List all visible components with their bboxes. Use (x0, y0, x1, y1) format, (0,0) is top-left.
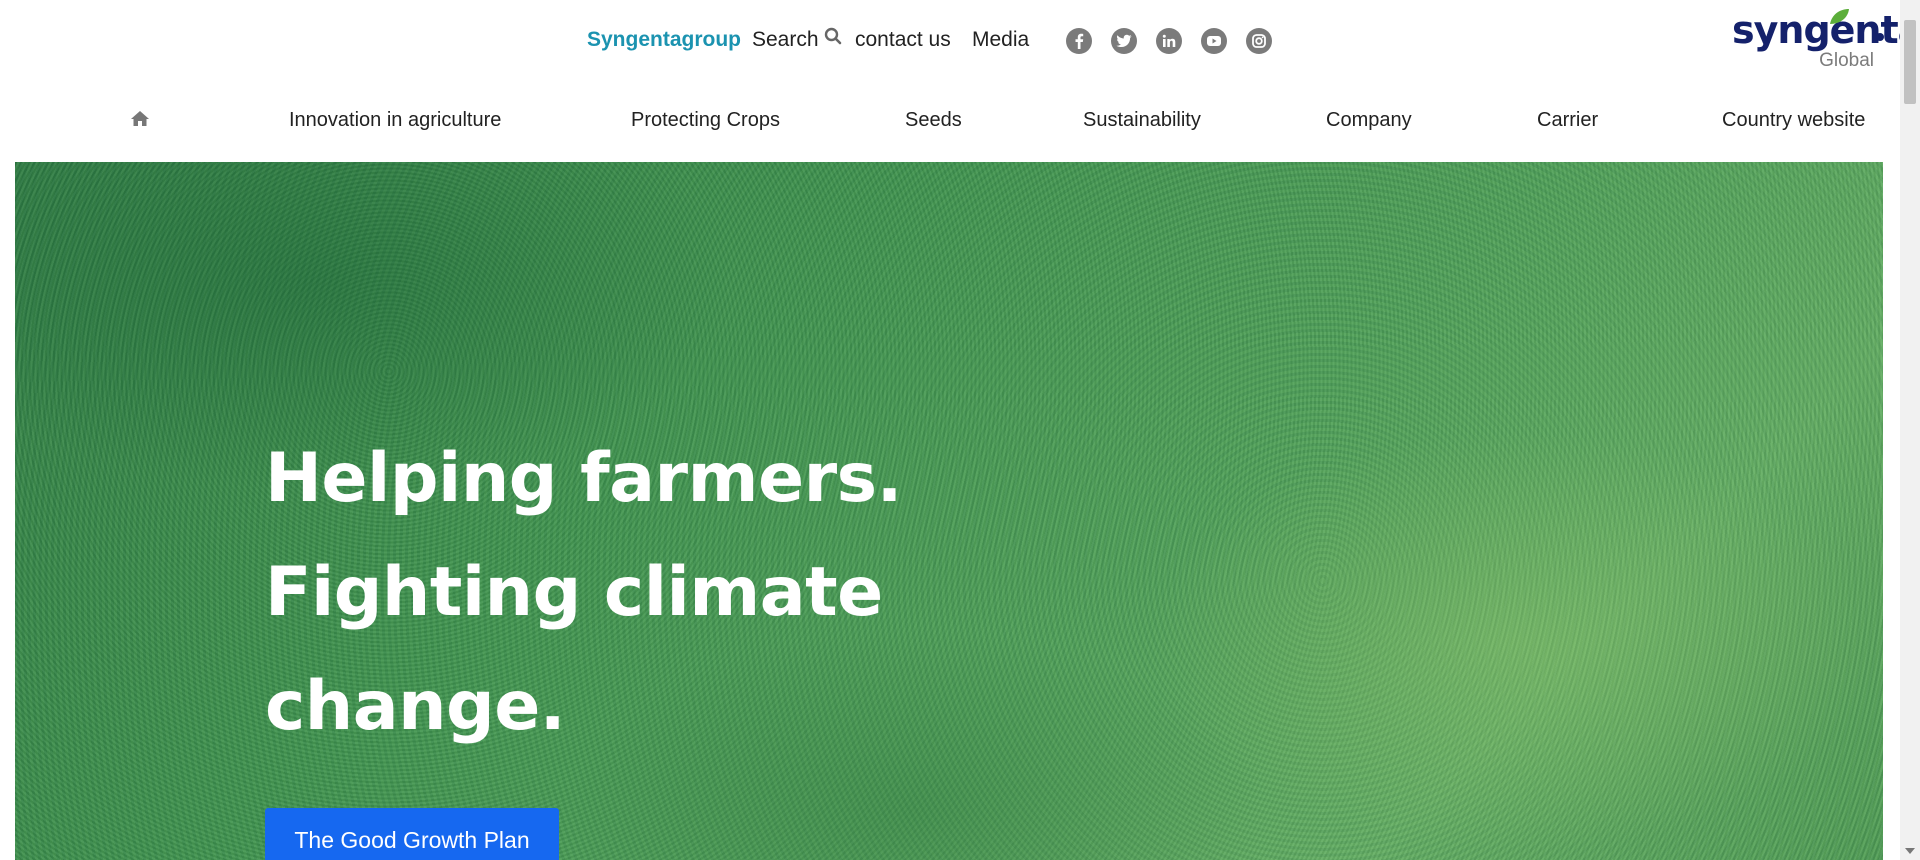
hero-line: Fighting climate (265, 553, 883, 632)
search-link[interactable]: Search (752, 26, 842, 54)
nav-item-country-website[interactable]: Country website (1722, 106, 1865, 134)
top-utility-bar: Syngentagroup Search contact us Media sy… (0, 0, 1920, 80)
leaf-icon (1830, 9, 1849, 24)
hero-line: Helping farmers. (265, 439, 902, 518)
home-icon[interactable] (130, 110, 150, 132)
nav-item-innovation[interactable]: Innovation in agriculture (289, 106, 501, 134)
nav-item-protecting-crops[interactable]: Protecting Crops (631, 106, 780, 134)
facebook-icon[interactable] (1066, 28, 1092, 54)
nav-item-company[interactable]: Company (1326, 106, 1412, 134)
linkedin-icon[interactable] (1156, 28, 1182, 54)
logo-wordmark: syngenta (1732, 8, 1920, 52)
main-navigation: Innovation in agriculture Protecting Cro… (0, 92, 1900, 150)
registered-mark (1876, 33, 1884, 41)
youtube-icon[interactable] (1201, 28, 1227, 54)
scroll-down-arrow-icon[interactable] (1905, 848, 1915, 854)
hero-line: change. (265, 667, 566, 746)
nav-item-carrier[interactable]: Carrier (1537, 106, 1598, 134)
good-growth-plan-button[interactable]: The Good Growth Plan (265, 808, 559, 860)
scrollbar-thumb[interactable] (1904, 20, 1916, 104)
page-scrollbar[interactable] (1900, 0, 1920, 860)
hero-headline: Helping farmers. Fighting climate change… (265, 422, 1025, 764)
syngentagroup-link[interactable]: Syngentagroup (587, 26, 741, 54)
search-icon (824, 25, 842, 53)
instagram-icon[interactable] (1246, 28, 1272, 54)
nav-item-sustainability[interactable]: Sustainability (1083, 106, 1201, 134)
contact-us-link[interactable]: contact us (855, 26, 951, 54)
logo-subtitle: Global (1819, 50, 1874, 71)
media-link[interactable]: Media (972, 26, 1029, 54)
search-label: Search (752, 28, 819, 51)
syngenta-logo[interactable]: syngenta Global (1730, 8, 1920, 74)
nav-item-seeds[interactable]: Seeds (905, 106, 962, 134)
hero-banner: Helping farmers. Fighting climate change… (15, 162, 1883, 860)
twitter-icon[interactable] (1111, 28, 1137, 54)
